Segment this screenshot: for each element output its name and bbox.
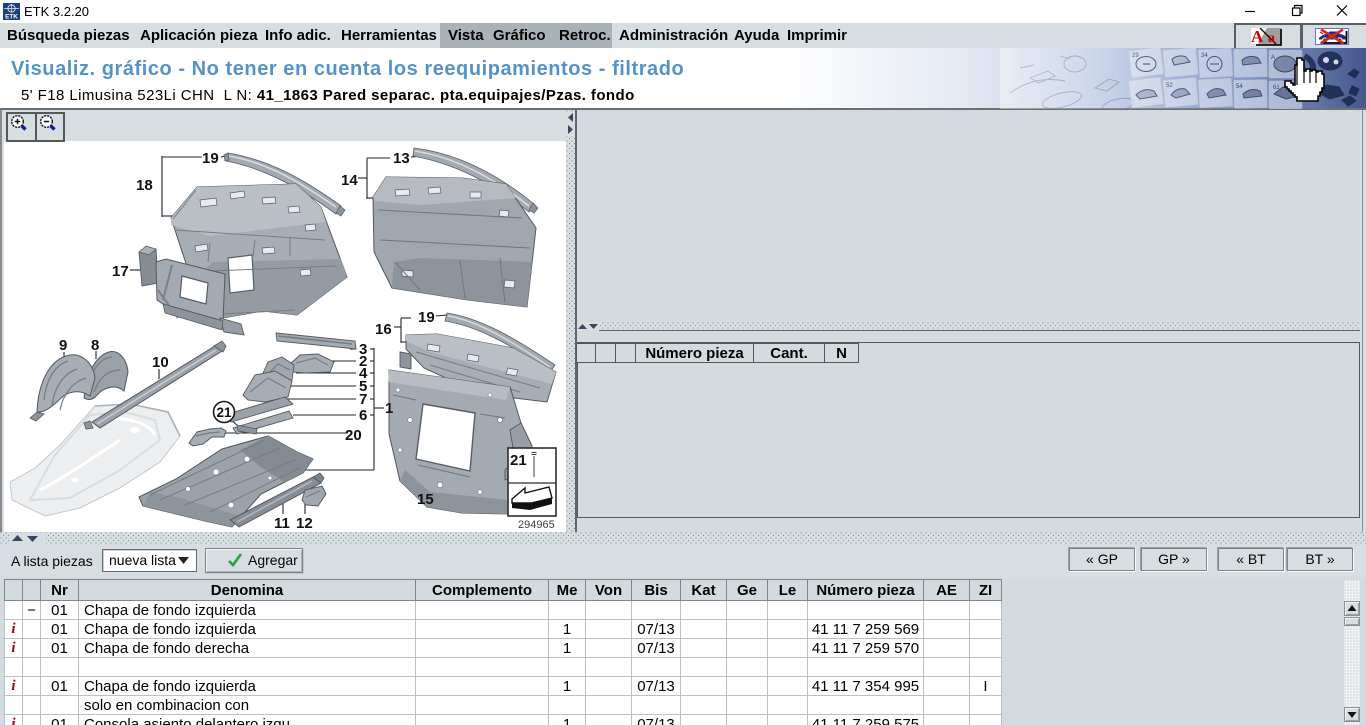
svg-text:8: 8	[91, 337, 99, 354]
svg-text:A: A	[1251, 28, 1264, 46]
svg-text:18: 18	[136, 177, 153, 194]
svg-text:a: a	[1268, 31, 1275, 46]
svg-text:16: 16	[375, 321, 392, 338]
svg-text:19: 19	[202, 150, 219, 167]
svg-text:17: 17	[112, 263, 129, 280]
svg-text:21: 21	[216, 405, 232, 420]
svg-text:7: 7	[359, 391, 367, 408]
svg-text:15: 15	[417, 491, 434, 508]
svg-text:6: 6	[359, 407, 367, 424]
svg-text:13: 13	[393, 150, 410, 167]
svg-text:12: 12	[296, 515, 313, 532]
svg-text:11: 11	[274, 515, 290, 532]
svg-text:21: 21	[510, 452, 527, 469]
svg-text:14: 14	[341, 172, 358, 189]
svg-text:19: 19	[418, 309, 435, 326]
svg-text:294965: 294965	[518, 519, 555, 531]
svg-text:ETK: ETK	[5, 14, 18, 21]
svg-text:10: 10	[152, 354, 169, 371]
svg-text:1: 1	[385, 400, 393, 417]
svg-text:9: 9	[59, 337, 67, 354]
svg-text:20: 20	[345, 427, 362, 444]
